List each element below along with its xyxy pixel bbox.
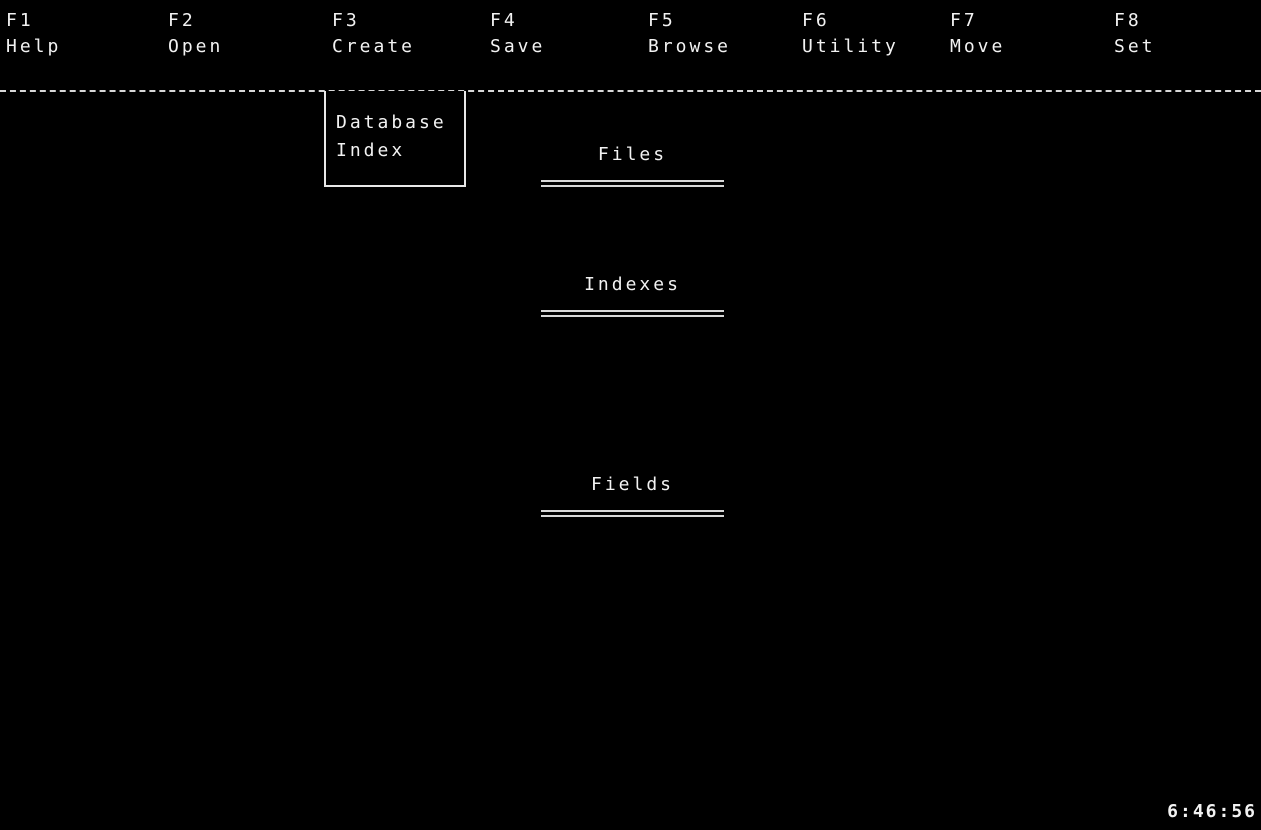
menu-item-label: Set	[1114, 36, 1156, 57]
function-key-label: F8	[1114, 10, 1142, 31]
menu-item-label: Utility	[802, 36, 899, 57]
menu-divider	[0, 90, 1261, 92]
function-key-label: F4	[490, 10, 518, 31]
menu-f5-browse[interactable]: F5 Browse	[648, 8, 798, 78]
menu-f6-utility[interactable]: F6 Utility	[802, 8, 952, 78]
function-key-label: F2	[168, 10, 196, 31]
create-dropdown-menu: Database Index	[324, 91, 466, 187]
menu-f4-save[interactable]: F4 Save	[490, 8, 640, 78]
status-clock: 6:46:56	[1167, 801, 1257, 822]
files-section: Files	[540, 142, 725, 187]
menu-f3-create[interactable]: F3 Create	[332, 8, 482, 78]
menu-f1-help[interactable]: F1 Help	[6, 8, 156, 78]
function-key-label: F1	[6, 10, 34, 31]
menu-item-label: Open	[168, 36, 224, 57]
function-key-label: F5	[648, 10, 676, 31]
menu-item-label: Browse	[648, 36, 732, 57]
indexes-heading: Indexes	[584, 274, 681, 295]
menu-item-label: Help	[6, 36, 62, 57]
function-key-label: F6	[802, 10, 830, 31]
create-menu-item-database[interactable]: Database	[336, 111, 447, 135]
menu-item-label: Save	[490, 36, 546, 57]
menu-f8-set[interactable]: F8 Set	[1114, 8, 1261, 78]
indexes-underline	[541, 310, 724, 317]
create-menu-item-index[interactable]: Index	[336, 139, 405, 163]
fields-underline	[541, 510, 724, 517]
indexes-section: Indexes	[540, 272, 725, 317]
function-key-label: F7	[950, 10, 978, 31]
function-key-menu-bar: F1 Help F2 Open F3 Create F4 Save F5 Bro…	[0, 0, 1261, 92]
menu-f7-move[interactable]: F7 Move	[950, 8, 1100, 78]
terminal-screen: F1 Help F2 Open F3 Create F4 Save F5 Bro…	[0, 0, 1261, 830]
menu-f2-open[interactable]: F2 Open	[168, 8, 318, 78]
fields-section: Fields	[540, 472, 725, 517]
menu-item-label: Create	[332, 36, 416, 57]
function-key-label: F3	[332, 10, 360, 31]
fields-heading: Fields	[590, 474, 675, 495]
menu-item-label: Move	[950, 36, 1006, 57]
files-heading: Files	[597, 144, 668, 165]
files-underline	[541, 180, 724, 187]
